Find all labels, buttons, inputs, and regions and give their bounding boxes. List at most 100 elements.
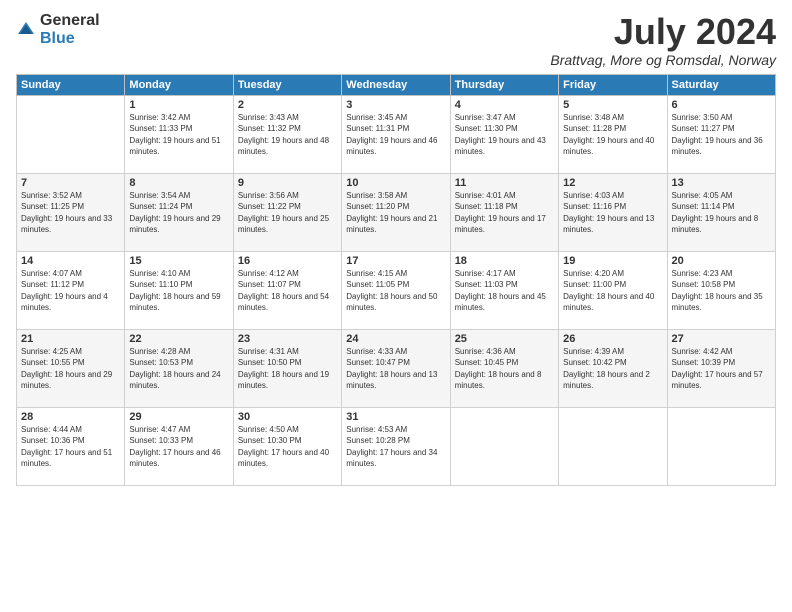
day-info: Sunrise: 4:15 AMSunset: 11:05 PMDaylight… [346,268,445,314]
calendar-cell: 10Sunrise: 3:58 AMSunset: 11:20 PMDaylig… [342,173,450,251]
day-number: 15 [129,255,228,267]
day-number: 25 [455,333,554,345]
logo-blue: Blue [40,30,75,47]
day-info: Sunrise: 4:10 AMSunset: 11:10 PMDaylight… [129,268,228,314]
day-number: 26 [563,333,662,345]
day-number: 14 [21,255,120,267]
day-info: Sunrise: 4:31 AMSunset: 10:50 PMDaylight… [238,346,337,392]
page-header: General Blue July 2024 Brattvag, More og… [16,12,776,68]
logo: General Blue [16,12,100,48]
calendar-week-row: 1Sunrise: 3:42 AMSunset: 11:33 PMDayligh… [17,95,776,173]
day-info: Sunrise: 4:36 AMSunset: 10:45 PMDaylight… [455,346,554,392]
title-block: July 2024 Brattvag, More og Romsdal, Nor… [550,12,776,68]
day-info: Sunrise: 4:20 AMSunset: 11:00 PMDaylight… [563,268,662,314]
day-info: Sunrise: 4:05 AMSunset: 11:14 PMDaylight… [672,190,771,236]
calendar-cell: 3Sunrise: 3:45 AMSunset: 11:31 PMDayligh… [342,95,450,173]
day-info: Sunrise: 4:44 AMSunset: 10:36 PMDaylight… [21,424,120,470]
calendar-week-row: 21Sunrise: 4:25 AMSunset: 10:55 PMDaylig… [17,329,776,407]
day-info: Sunrise: 4:39 AMSunset: 10:42 PMDaylight… [563,346,662,392]
calendar-week-row: 7Sunrise: 3:52 AMSunset: 11:25 PMDayligh… [17,173,776,251]
header-tuesday: Tuesday [233,74,341,95]
calendar-cell: 25Sunrise: 4:36 AMSunset: 10:45 PMDaylig… [450,329,558,407]
day-info: Sunrise: 4:33 AMSunset: 10:47 PMDaylight… [346,346,445,392]
day-number: 22 [129,333,228,345]
calendar-cell: 23Sunrise: 4:31 AMSunset: 10:50 PMDaylig… [233,329,341,407]
logo-icon [16,20,36,40]
calendar-cell: 17Sunrise: 4:15 AMSunset: 11:05 PMDaylig… [342,251,450,329]
calendar-cell: 21Sunrise: 4:25 AMSunset: 10:55 PMDaylig… [17,329,125,407]
logo-general: General [40,12,100,29]
day-number: 23 [238,333,337,345]
header-friday: Friday [559,74,667,95]
day-number: 24 [346,333,445,345]
header-monday: Monday [125,74,233,95]
calendar-cell: 22Sunrise: 4:28 AMSunset: 10:53 PMDaylig… [125,329,233,407]
day-number: 8 [129,177,228,189]
day-number: 27 [672,333,771,345]
day-info: Sunrise: 4:50 AMSunset: 10:30 PMDaylight… [238,424,337,470]
day-info: Sunrise: 3:50 AMSunset: 11:27 PMDaylight… [672,112,771,158]
day-number: 28 [21,411,120,423]
calendar-table: Sunday Monday Tuesday Wednesday Thursday… [16,74,776,486]
calendar-cell: 4Sunrise: 3:47 AMSunset: 11:30 PMDayligh… [450,95,558,173]
calendar-cell: 29Sunrise: 4:47 AMSunset: 10:33 PMDaylig… [125,407,233,485]
header-thursday: Thursday [450,74,558,95]
weekday-header-row: Sunday Monday Tuesday Wednesday Thursday… [17,74,776,95]
day-number: 20 [672,255,771,267]
calendar-cell: 5Sunrise: 3:48 AMSunset: 11:28 PMDayligh… [559,95,667,173]
day-info: Sunrise: 4:23 AMSunset: 10:58 PMDaylight… [672,268,771,314]
day-number: 9 [238,177,337,189]
day-info: Sunrise: 3:48 AMSunset: 11:28 PMDaylight… [563,112,662,158]
day-number: 29 [129,411,228,423]
calendar-cell: 28Sunrise: 4:44 AMSunset: 10:36 PMDaylig… [17,407,125,485]
day-info: Sunrise: 4:07 AMSunset: 11:12 PMDaylight… [21,268,120,314]
day-info: Sunrise: 4:03 AMSunset: 11:16 PMDaylight… [563,190,662,236]
header-saturday: Saturday [667,74,775,95]
day-info: Sunrise: 3:45 AMSunset: 11:31 PMDaylight… [346,112,445,158]
calendar-cell: 18Sunrise: 4:17 AMSunset: 11:03 PMDaylig… [450,251,558,329]
calendar-cell: 1Sunrise: 3:42 AMSunset: 11:33 PMDayligh… [125,95,233,173]
day-number: 30 [238,411,337,423]
calendar-cell: 24Sunrise: 4:33 AMSunset: 10:47 PMDaylig… [342,329,450,407]
header-sunday: Sunday [17,74,125,95]
day-number: 21 [21,333,120,345]
calendar-week-row: 14Sunrise: 4:07 AMSunset: 11:12 PMDaylig… [17,251,776,329]
calendar-cell: 27Sunrise: 4:42 AMSunset: 10:39 PMDaylig… [667,329,775,407]
day-info: Sunrise: 4:53 AMSunset: 10:28 PMDaylight… [346,424,445,470]
logo-text: General Blue [40,12,100,48]
calendar-cell: 15Sunrise: 4:10 AMSunset: 11:10 PMDaylig… [125,251,233,329]
calendar-cell: 19Sunrise: 4:20 AMSunset: 11:00 PMDaylig… [559,251,667,329]
day-number: 17 [346,255,445,267]
calendar-cell: 7Sunrise: 3:52 AMSunset: 11:25 PMDayligh… [17,173,125,251]
location-title: Brattvag, More og Romsdal, Norway [550,52,776,68]
calendar-cell: 8Sunrise: 3:54 AMSunset: 11:24 PMDayligh… [125,173,233,251]
day-number: 12 [563,177,662,189]
header-wednesday: Wednesday [342,74,450,95]
calendar-cell: 9Sunrise: 3:56 AMSunset: 11:22 PMDayligh… [233,173,341,251]
day-number: 16 [238,255,337,267]
calendar-cell: 16Sunrise: 4:12 AMSunset: 11:07 PMDaylig… [233,251,341,329]
day-number: 11 [455,177,554,189]
calendar-cell [17,95,125,173]
day-number: 18 [455,255,554,267]
calendar-cell: 20Sunrise: 4:23 AMSunset: 10:58 PMDaylig… [667,251,775,329]
day-number: 7 [21,177,120,189]
day-number: 3 [346,99,445,111]
day-info: Sunrise: 3:47 AMSunset: 11:30 PMDaylight… [455,112,554,158]
month-title: July 2024 [550,12,776,52]
day-number: 31 [346,411,445,423]
day-number: 6 [672,99,771,111]
day-info: Sunrise: 4:25 AMSunset: 10:55 PMDaylight… [21,346,120,392]
day-number: 1 [129,99,228,111]
calendar-cell: 30Sunrise: 4:50 AMSunset: 10:30 PMDaylig… [233,407,341,485]
day-number: 10 [346,177,445,189]
calendar-cell [559,407,667,485]
calendar-cell: 26Sunrise: 4:39 AMSunset: 10:42 PMDaylig… [559,329,667,407]
day-info: Sunrise: 4:47 AMSunset: 10:33 PMDaylight… [129,424,228,470]
day-number: 13 [672,177,771,189]
day-info: Sunrise: 4:17 AMSunset: 11:03 PMDaylight… [455,268,554,314]
day-number: 5 [563,99,662,111]
day-info: Sunrise: 3:42 AMSunset: 11:33 PMDaylight… [129,112,228,158]
calendar-cell: 2Sunrise: 3:43 AMSunset: 11:32 PMDayligh… [233,95,341,173]
calendar-cell: 31Sunrise: 4:53 AMSunset: 10:28 PMDaylig… [342,407,450,485]
